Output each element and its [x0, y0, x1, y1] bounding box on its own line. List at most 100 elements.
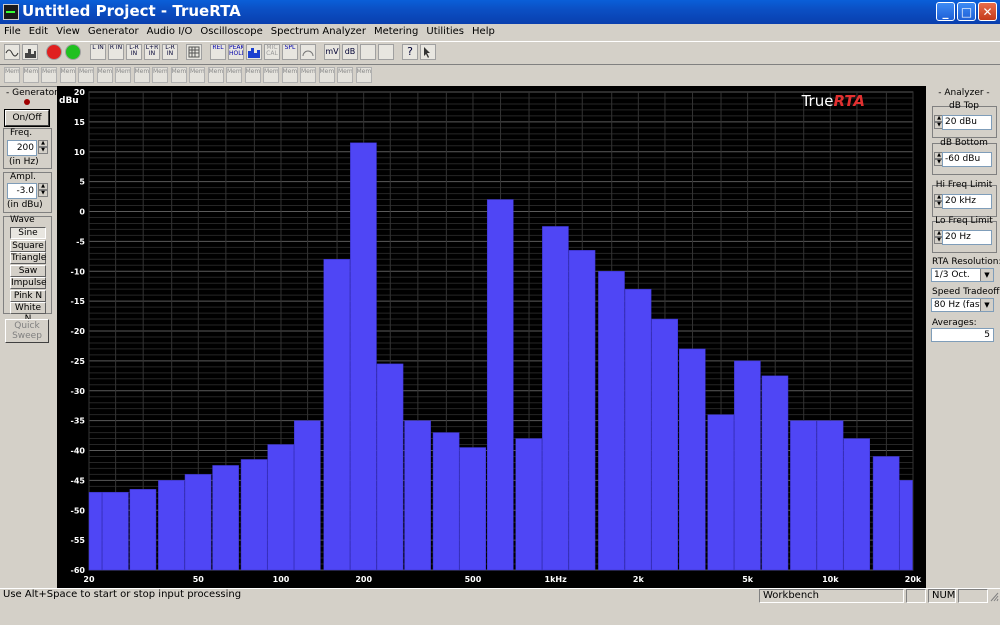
memory-slot-20-button[interactable]: Mem [355, 67, 372, 83]
wave-impulse-button[interactable]: Impulse [10, 277, 47, 289]
cf-db-icon[interactable] [378, 44, 394, 60]
spectrum-view-icon[interactable] [22, 44, 38, 60]
memory-slot-2-button[interactable]: Mem [22, 67, 39, 83]
left-minus-right-input-button[interactable]: L-R IN [126, 44, 142, 60]
memory-slot-18-button[interactable]: Mem [318, 67, 335, 83]
menu-edit[interactable]: Edit [25, 24, 52, 40]
db-bottom-input[interactable]: -60 dBu [942, 152, 992, 167]
rta-resolution-select[interactable]: 1/3 Oct. ▼ [931, 268, 994, 282]
minimize-button[interactable]: _ [936, 2, 955, 21]
wave-square-button[interactable]: Square [10, 240, 46, 252]
wave-sine-button[interactable]: Sine [10, 227, 46, 239]
lo-freq-input[interactable]: 20 Hz [942, 230, 992, 245]
generator-onoff-button[interactable]: On/Off [4, 109, 50, 127]
y-tick-label: -20 [71, 327, 86, 336]
x-tick-label: 50 [193, 575, 205, 584]
ampl-spinner[interactable]: ▲ ▼ [38, 183, 48, 197]
wave-white-noise-button[interactable]: White N [10, 302, 46, 324]
menu-spectrum-analyzer[interactable]: Spectrum Analyzer [267, 24, 370, 40]
freq-input[interactable]: 200 [7, 140, 37, 156]
db-bottom-label: dB Bottom [940, 138, 988, 148]
memory-slot-4-button[interactable]: Mem [59, 67, 76, 83]
memory-slot-11-button[interactable]: Mem [189, 67, 205, 83]
spectrum-bar-10 [350, 142, 377, 571]
peak-hold-button[interactable]: PEAK HOLD [228, 44, 244, 60]
spectrum-bar-23 [707, 414, 735, 571]
wave-triangle-button[interactable]: Triangle [10, 252, 46, 264]
y-tick-label: -50 [71, 506, 86, 515]
spl-button[interactable]: SPL [282, 44, 298, 60]
resize-grip-icon[interactable] [989, 591, 999, 602]
crest-factor-icon[interactable] [360, 44, 376, 60]
help-button[interactable]: ? [402, 44, 418, 60]
menu-audio-io[interactable]: Audio I/O [143, 24, 197, 40]
menu-utilities[interactable]: Utilities [422, 24, 468, 40]
menu-help[interactable]: Help [468, 24, 499, 40]
memory-slot-3-button[interactable]: Mem [41, 67, 57, 83]
memory-slot-19-button[interactable]: Mem [337, 67, 353, 83]
spectrum-bar-13 [432, 432, 460, 571]
ampl-input[interactable]: -3.0 [7, 183, 37, 199]
spectrum-bar-11 [376, 363, 404, 571]
memory-slot-6-button[interactable]: Mem [96, 67, 113, 83]
x-tick-label: 5k [742, 575, 754, 584]
wave-saw-button[interactable]: Saw [10, 265, 46, 277]
memory-slot-5-button[interactable]: Mem [78, 67, 94, 83]
menu-metering[interactable]: Metering [370, 24, 422, 40]
memory-slot-1-button[interactable]: Mem [4, 67, 20, 83]
freq-spinner[interactable]: ▲ ▼ [38, 140, 48, 154]
grid-icon[interactable] [186, 44, 202, 60]
left-input-button[interactable]: L IN [90, 44, 106, 60]
hi-freq-input[interactable]: 20 kHz [942, 194, 992, 209]
db-top-input[interactable]: 20 dBu [942, 115, 992, 130]
right-input-button[interactable]: R IN [108, 44, 124, 60]
menu-file[interactable]: File [0, 24, 25, 40]
analyzer-title: - Analyzer - [938, 88, 990, 98]
menu-view[interactable]: View [52, 24, 84, 40]
x-tick-label: 500 [465, 575, 482, 584]
memory-slot-16-button[interactable]: Mem [281, 67, 298, 83]
close-button[interactable]: ✕ [978, 2, 997, 21]
app-icon[interactable] [3, 4, 19, 20]
memory-slot-13-button[interactable]: Mem [226, 67, 242, 83]
relative-button[interactable]: REL [210, 44, 226, 60]
averages-input[interactable]: 5 [931, 328, 994, 342]
memory-slot-15-button[interactable]: Mem [263, 67, 279, 83]
main-toolbar: L IN R IN L-R IN L+R IN L-R IN REL PEAK … [0, 41, 1000, 65]
left-plus-right-input-button[interactable]: L+R IN [144, 44, 160, 60]
bars-icon[interactable] [246, 44, 262, 60]
memory-slot-8-button[interactable]: Mem [133, 67, 150, 83]
memory-slot-10-button[interactable]: Mem [170, 67, 187, 83]
spectrum-bar-25 [761, 375, 789, 571]
chevron-down-icon[interactable]: ▼ [980, 299, 993, 311]
analyzer-panel: - Analyzer - dB Top ▲ ▼ 20 dBu dB Bottom … [928, 88, 1000, 588]
millivolt-button[interactable]: mV [324, 44, 340, 60]
memory-slot-12-button[interactable]: Mem [207, 67, 224, 83]
menu-oscilloscope[interactable]: Oscilloscope [196, 24, 266, 40]
generator-title: - Generator - [6, 88, 64, 98]
wave-label: Wave [10, 215, 35, 225]
memory-slot-7-button[interactable]: Mem [115, 67, 131, 83]
memory-slot-14-button[interactable]: Mem [244, 67, 261, 83]
status-mode: Workbench [759, 589, 904, 603]
left-diff-input-button[interactable]: L-R IN [162, 44, 178, 60]
speed-tradeoff-select[interactable]: 80 Hz (fast) ▼ [931, 298, 994, 312]
y-tick-label: 15 [74, 118, 86, 127]
stop-icon[interactable] [46, 44, 62, 60]
decibel-button[interactable]: dB [342, 44, 358, 60]
maximize-button[interactable]: □ [957, 2, 976, 21]
go-icon[interactable] [65, 44, 81, 60]
y-tick-label: -30 [71, 387, 86, 396]
menu-generator[interactable]: Generator [84, 24, 143, 40]
context-help-icon[interactable] [420, 44, 436, 60]
x-tick-label: 10k [822, 575, 839, 584]
meter-icon[interactable] [300, 44, 316, 60]
memory-slot-17-button[interactable]: Mem [300, 67, 316, 83]
quick-sweep-button[interactable]: Quick Sweep [5, 319, 49, 343]
oscilloscope-view-icon[interactable] [4, 44, 20, 60]
memory-slot-9-button[interactable]: Mem [152, 67, 168, 83]
wave-pink-noise-button[interactable]: Pink N [10, 290, 46, 302]
spectrum-bar-22 [678, 348, 706, 571]
mic-cal-button[interactable]: MIC CAL [264, 44, 280, 60]
chevron-down-icon[interactable]: ▼ [980, 269, 993, 281]
